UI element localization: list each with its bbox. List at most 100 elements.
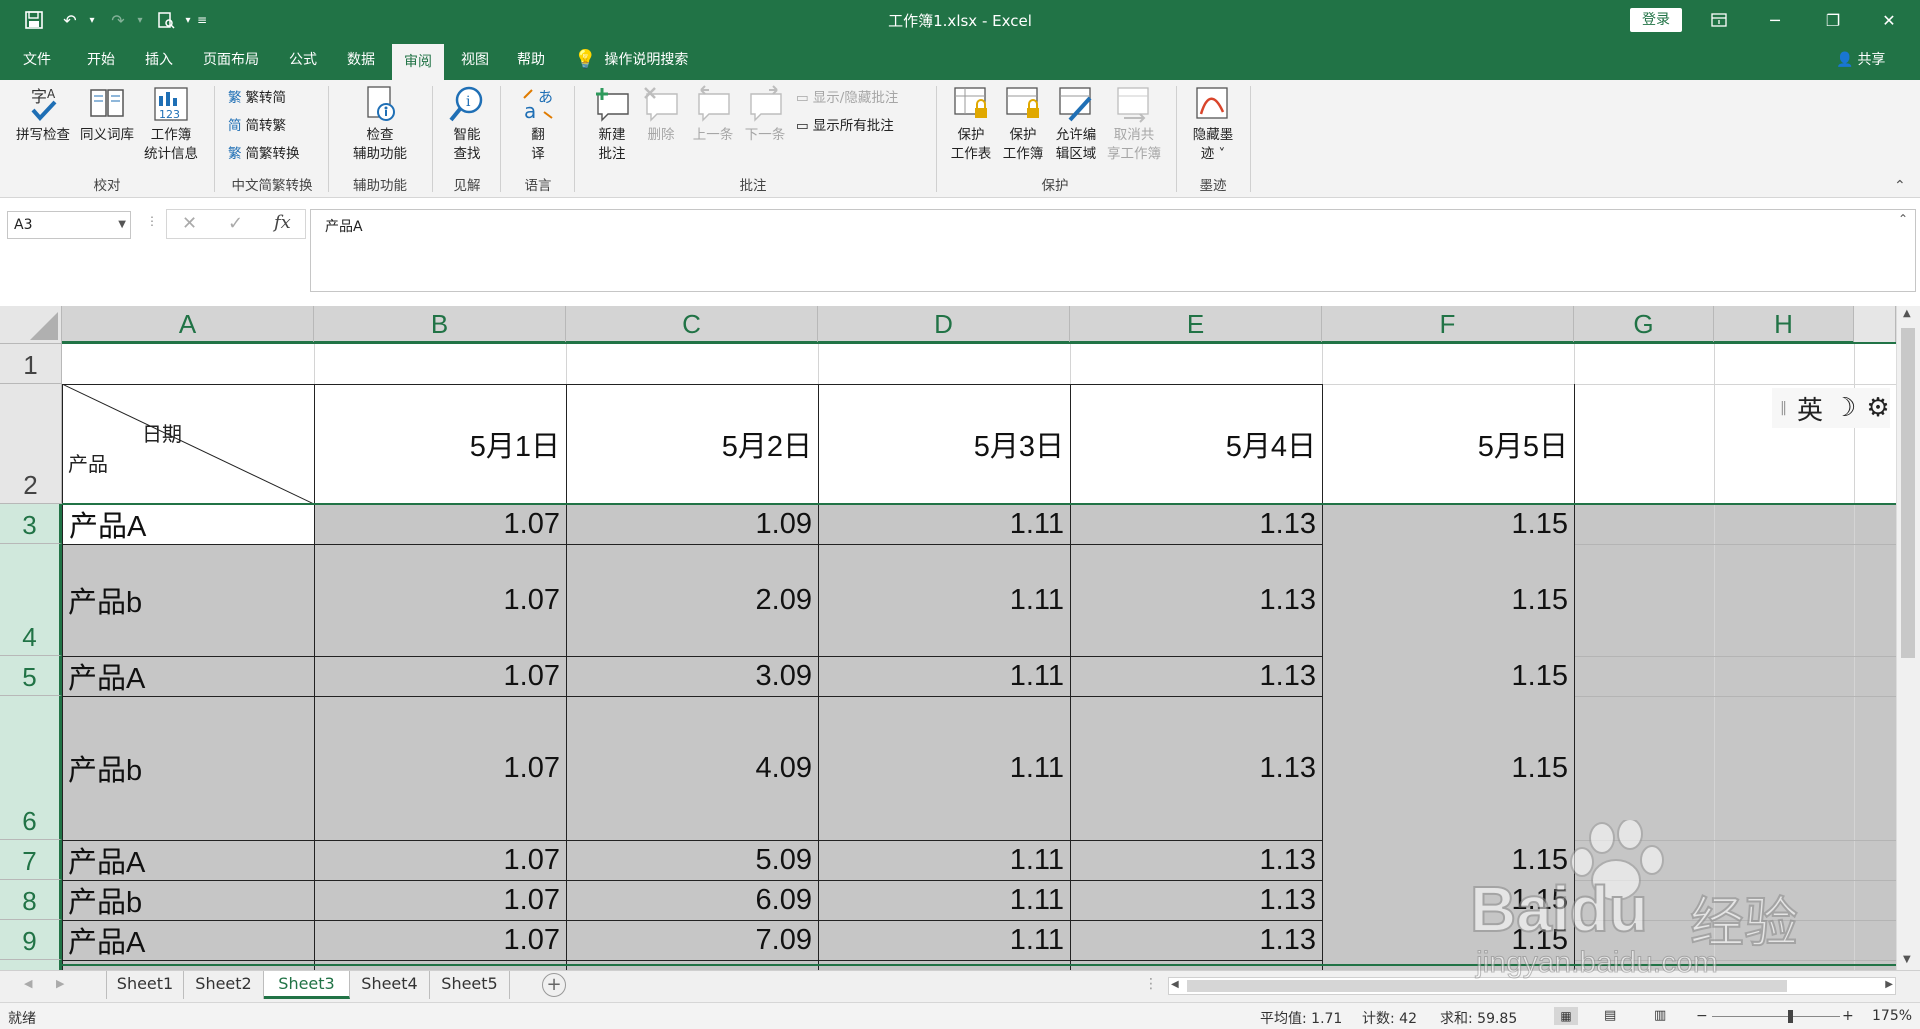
value-cell[interactable]: 6.09 (566, 880, 818, 920)
value-cell[interactable]: 4.09 (566, 696, 818, 840)
tab-page-layout[interactable]: 页面布局 (194, 40, 268, 80)
value-cell[interactable]: 1.11 (818, 504, 1070, 544)
product-cell[interactable]: 产品b (62, 696, 314, 840)
row-header-10[interactable] (0, 960, 62, 970)
row-header-1[interactable]: 1 (0, 344, 62, 384)
scroll-right-icon[interactable]: ▶ (1885, 979, 1893, 990)
name-box-dropdown-icon[interactable]: ▼ (118, 212, 126, 238)
tab-data[interactable]: 数据 (334, 40, 388, 80)
value-cell[interactable]: 1.11 (818, 656, 1070, 696)
value-cell[interactable]: 1.13 (1070, 880, 1322, 920)
worksheet-grid[interactable]: A B C D E F G H 1 2 3 4 5 6 7 8 9 日期 产品 … (0, 306, 1920, 970)
formula-input[interactable]: 产品A (310, 209, 1916, 292)
product-cell[interactable]: 产品b (62, 544, 314, 656)
value-cell[interactable]: 1.11 (818, 696, 1070, 840)
vertical-scroll-thumb[interactable] (1901, 328, 1915, 658)
close-icon[interactable]: ✕ (1866, 0, 1912, 40)
row-header-2[interactable]: 2 (0, 384, 62, 504)
page-layout-view-icon[interactable]: ▤ (1604, 1008, 1616, 1023)
protect-sheet-button[interactable]: 保护 工作表 (946, 84, 996, 164)
collapse-ribbon-icon[interactable]: ⌃ (1894, 178, 1906, 194)
new-comment-button[interactable]: 新建 批注 (584, 84, 640, 164)
horizontal-scrollbar[interactable]: ◀ ▶ (1168, 977, 1896, 995)
value-cell[interactable]: 1.15 (1322, 840, 1574, 880)
tab-review[interactable]: 审阅 (392, 44, 444, 80)
row-header-6[interactable]: 6 (0, 696, 62, 840)
smart-lookup-button[interactable]: i 智能 查找 (444, 84, 490, 164)
normal-view-icon[interactable]: ▦ (1554, 1007, 1578, 1025)
zoom-slider[interactable] (1712, 1016, 1840, 1017)
product-cell[interactable]: 产品A (62, 920, 314, 960)
row-header-5[interactable]: 5 (0, 656, 62, 696)
product-cell[interactable]: 产品b (62, 880, 314, 920)
column-header-b[interactable]: B (314, 306, 566, 344)
value-cell[interactable]: 1.07 (314, 880, 566, 920)
value-cell[interactable]: 3.09 (566, 656, 818, 696)
insert-function-icon[interactable]: fx (274, 212, 291, 233)
restore-icon[interactable]: ❐ (1810, 0, 1856, 40)
protect-workbook-button[interactable]: 保护 工作簿 (998, 84, 1048, 164)
horizontal-scroll-thumb[interactable] (1187, 980, 1787, 992)
date-header-cell[interactable]: 5月4日 (1070, 384, 1322, 504)
cancel-icon[interactable]: ✕ (182, 213, 197, 234)
expand-formula-bar-icon[interactable]: ⌃ (1898, 212, 1908, 226)
value-cell[interactable]: 1.09 (566, 504, 818, 544)
tab-split-grip-icon[interactable]: ⋮ (1144, 976, 1158, 992)
sheet-tab-active[interactable]: Sheet3 (264, 971, 350, 999)
value-cell[interactable]: 1.07 (314, 920, 566, 960)
share-button[interactable]: 👤 共享 (1836, 40, 1896, 80)
value-cell[interactable]: 1.07 (314, 504, 566, 544)
value-cell[interactable]: 1.15 (1322, 656, 1574, 696)
value-cell[interactable]: 1.15 (1322, 880, 1574, 920)
tab-view[interactable]: 视图 (448, 40, 502, 80)
undo-icon[interactable]: ↶ (58, 8, 82, 32)
minimize-icon[interactable]: ─ (1752, 0, 1798, 40)
next-sheet-icon[interactable]: ▶ (56, 977, 64, 990)
workbook-statistics-button[interactable]: 123 工作簿 统计信息 (138, 84, 204, 164)
value-cell[interactable]: 1.13 (1070, 696, 1322, 840)
product-cell-active[interactable]: 产品A (63, 504, 314, 544)
value-cell[interactable]: 1.13 (1070, 656, 1322, 696)
scroll-down-icon[interactable]: ▼ (1903, 954, 1911, 965)
customize-qat-icon[interactable]: ≡ (190, 8, 214, 32)
enter-icon[interactable]: ✓ (228, 213, 243, 234)
tab-formulas[interactable]: 公式 (276, 40, 330, 80)
print-preview-icon[interactable] (154, 8, 178, 32)
ime-mode[interactable]: 英 (1797, 390, 1823, 427)
date-header-cell[interactable]: 5月1日 (314, 384, 566, 504)
spelling-button[interactable]: 字A 拼写检查 (10, 84, 76, 145)
value-cell[interactable]: 1.11 (818, 880, 1070, 920)
column-header-c[interactable]: C (566, 306, 818, 344)
sheet-tab[interactable]: Sheet2 (184, 971, 264, 999)
value-cell[interactable]: 1.13 (1070, 504, 1322, 544)
value-cell[interactable]: 1.13 (1070, 920, 1322, 960)
column-header-e[interactable]: E (1070, 306, 1322, 344)
zoom-in-icon[interactable]: + (1842, 1008, 1854, 1024)
value-cell[interactable]: 1.13 (1070, 544, 1322, 656)
value-cell[interactable]: 1.11 (818, 544, 1070, 656)
sheet-tab[interactable]: Sheet5 (430, 971, 510, 999)
value-cell[interactable]: 1.11 (818, 840, 1070, 880)
row-header-4[interactable]: 4 (0, 544, 62, 656)
value-cell[interactable]: 1.07 (314, 656, 566, 696)
tab-file[interactable]: 文件 (10, 40, 64, 80)
value-cell[interactable]: 1.13 (1070, 840, 1322, 880)
product-cell[interactable]: 产品A (62, 840, 314, 880)
save-icon[interactable] (22, 8, 46, 32)
value-cell[interactable]: 5.09 (566, 840, 818, 880)
column-header-i[interactable] (1854, 306, 1896, 344)
tell-me-search[interactable]: 💡 操作说明搜索 (574, 40, 724, 80)
select-all-button[interactable] (0, 306, 62, 344)
translate-button[interactable]: aあ 翻 译 (512, 84, 564, 164)
value-cell[interactable]: 1.07 (314, 544, 566, 656)
ribbon-display-options-icon[interactable] (1696, 0, 1742, 40)
value-cell[interactable]: 1.15 (1322, 504, 1574, 544)
add-sheet-icon[interactable]: + (542, 973, 566, 997)
scroll-up-icon[interactable]: ▲ (1903, 308, 1911, 319)
date-header-cell[interactable]: 5月2日 (566, 384, 818, 504)
to-traditional-button[interactable]: 繁繁转简 (228, 86, 286, 110)
column-header-f[interactable]: F (1322, 306, 1574, 344)
login-button[interactable]: 登录 (1630, 8, 1682, 32)
value-cell[interactable]: 1.15 (1322, 920, 1574, 960)
date-header-cell[interactable]: 5月3日 (818, 384, 1070, 504)
